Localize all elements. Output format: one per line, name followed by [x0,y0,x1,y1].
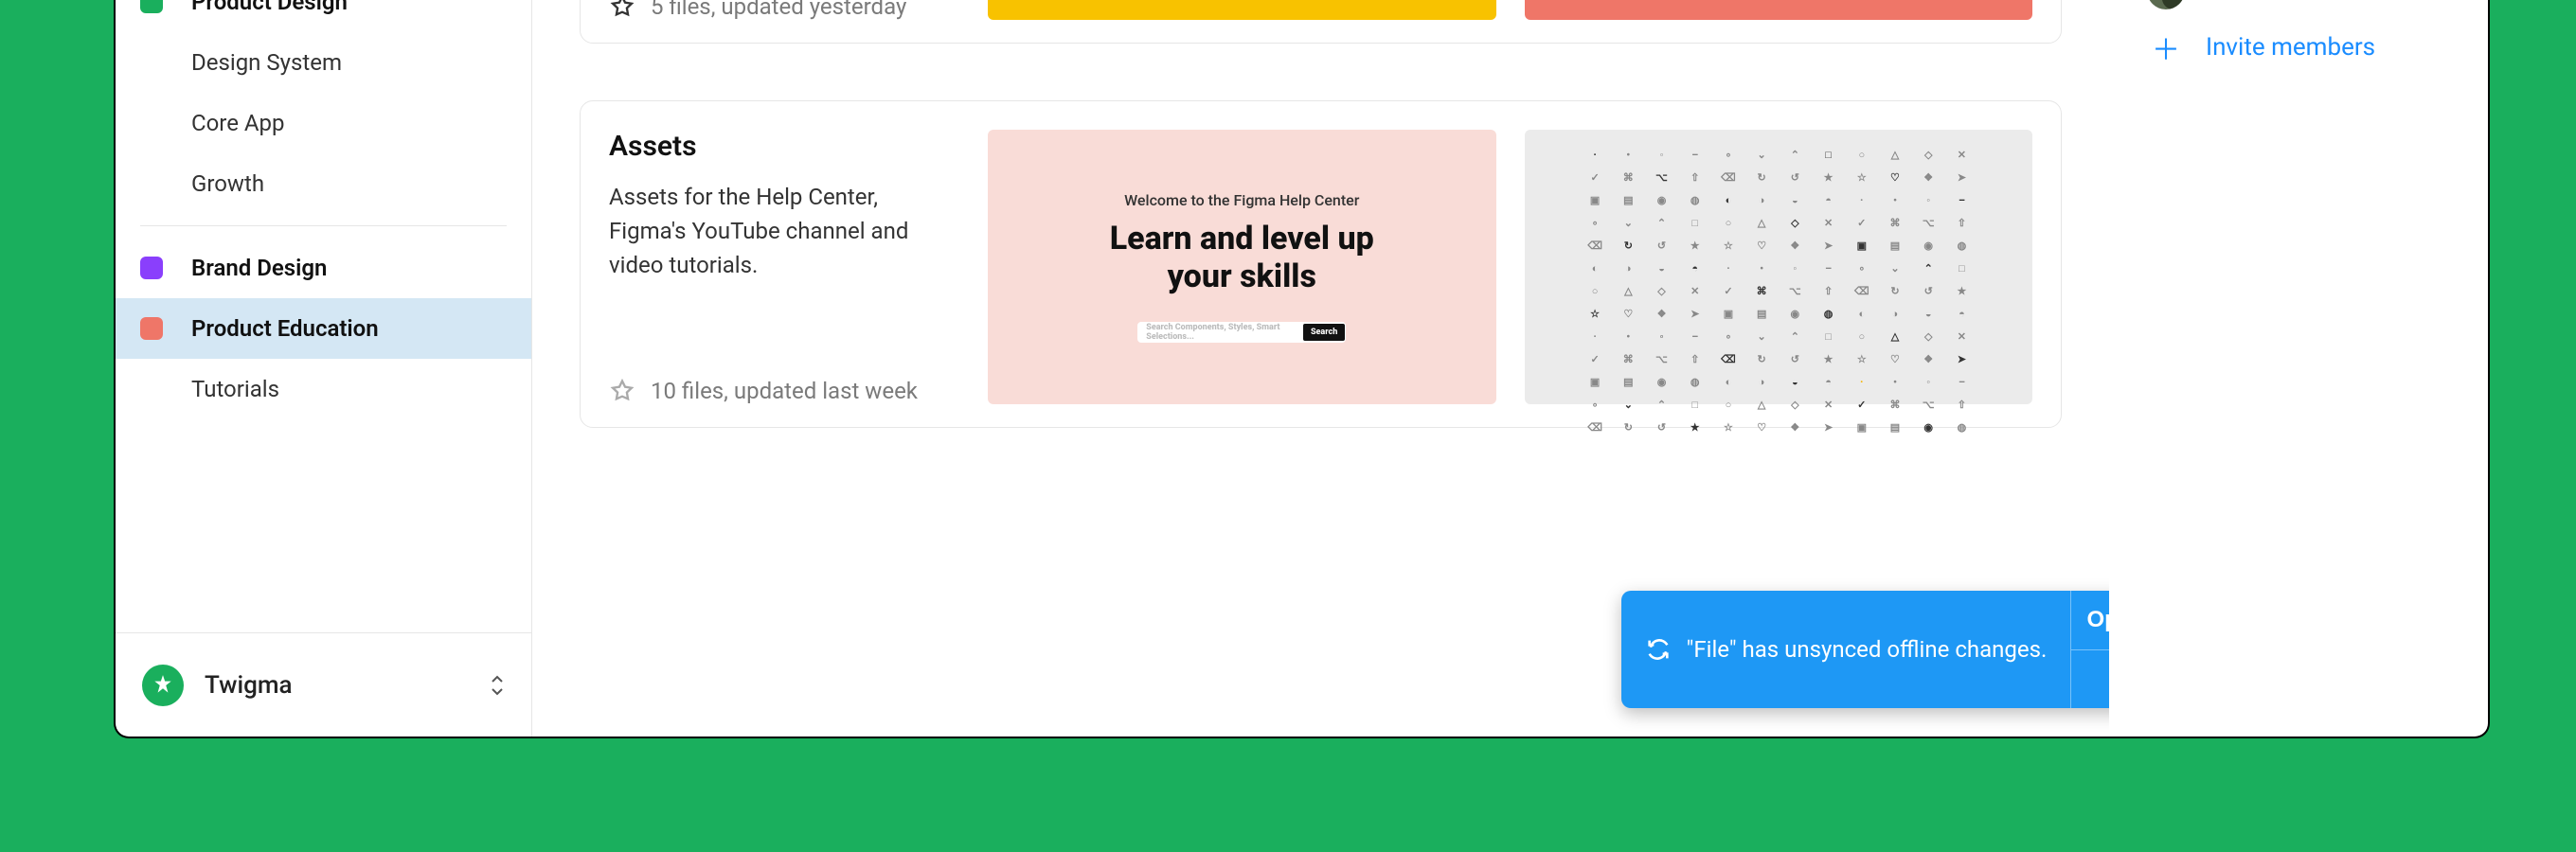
project-meta: 10 files, updated last week [609,378,959,404]
sidebar-item-label: Core App [191,110,285,136]
sidebar-item-label: Growth [191,170,264,197]
thumb-eyebrow: Welcome to the Figma Help Center [1124,191,1359,209]
project-card[interactable]: Assets Assets for the Help Center, Figma… [580,100,2062,428]
thumb-headline: your skills [1168,258,1316,295]
folder-color-swatch [140,257,163,279]
plus-icon: ＋ [2147,27,2185,68]
file-thumbnail[interactable]: Welcome to the Figma Help Center Learn a… [988,130,1496,404]
project-title: Assets [609,130,959,163]
sidebar-item-product-design[interactable]: Product Design [116,0,531,32]
sidebar-nav: Product Design Design System Core App Gr… [116,0,531,632]
project-meta-text: 10 files, updated last week [651,378,918,404]
thumb-headline: Learn and level up [1110,221,1374,257]
app-window: Product Design Design System Core App Gr… [116,0,2488,737]
thumb-search-mock: Search Components, Styles, Smart Selecti… [1137,322,1346,343]
sidebar-item-core-app[interactable]: Core App [116,93,531,153]
project-meta-text: 5 files, updated yesterday [651,0,906,20]
toast-primary-button[interactable]: Open to sync [2071,591,2109,650]
sync-toast: "File" has unsynced offline changes. Ope… [1621,591,2109,708]
main-content: 5 files, updated yesterday Screenshots Q… [532,0,2109,737]
toast-secondary-button[interactable]: Later [2071,650,2109,709]
star-icon[interactable] [609,0,635,20]
sidebar-item-label: Brand Design [191,255,327,281]
project-card-info: Assets Assets for the Help Center, Figma… [609,130,959,404]
thumb-search-btn: Search [1303,324,1345,341]
toast-message: "File" has unsynced offline changes. [1621,591,2070,708]
workspace-switcher[interactable]: Twigma [116,632,531,737]
sidebar-separator [140,225,507,226]
file-thumbnail[interactable]: Screenshots Q2 2020 [1525,0,2033,20]
avatar [2147,0,2185,9]
project-meta: 5 files, updated yesterday [609,0,959,20]
sidebar-item-label: Design System [191,49,342,76]
folder-color-swatch [140,0,163,13]
icon-grid-preview: ·•◦–∘⌄⌃□○△◇✕✓⌘⌥⇧⌫↻↺★☆♡❖➤▣▤◉◍◐◑◒◓·•◦–∘⌄⌃□… [1582,147,1977,387]
workspace-name: Twigma [205,671,469,700]
star-icon[interactable] [609,378,635,404]
workspace-logo [142,665,184,706]
member-row[interactable]: ZenPablo [2147,0,2450,19]
sidebar-item-growth[interactable]: Growth [116,153,531,214]
sidebar-item-label: Tutorials [191,376,279,402]
project-card-info: 5 files, updated yesterday [609,0,959,20]
invite-label: Invite members [2206,33,2375,62]
file-thumbnail[interactable]: ·•◦–∘⌄⌃□○△◇✕✓⌘⌥⇧⌫↻↺★☆♡❖➤▣▤◉◍◐◑◒◓·•◦–∘⌄⌃□… [1525,130,2033,404]
sidebar-item-design-system[interactable]: Design System [116,32,531,93]
sidebar-item-product-education[interactable]: Product Education [116,298,531,359]
member-name: ZenPablo [2206,0,2310,5]
toast-text: "File" has unsynced offline changes. [1687,636,2048,663]
project-description: Assets for the Help Center, Figma's YouT… [609,180,959,282]
project-card[interactable]: 5 files, updated yesterday Screenshots Q… [580,0,2062,44]
members-panel: ZenPablo ＋ Invite members [2109,0,2488,737]
toast-actions: Open to sync Later [2070,591,2109,708]
sidebar-item-label: Product Education [191,315,379,342]
sidebar-item-label: Product Design [191,0,348,15]
file-thumbnail[interactable]: Screenshots Q3 2020 [988,0,1496,20]
invite-members-button[interactable]: ＋ Invite members [2147,19,2450,76]
folder-color-swatch [140,317,163,340]
chevron-updown-icon [490,674,505,697]
sidebar: Product Design Design System Core App Gr… [116,0,532,737]
sidebar-item-tutorials[interactable]: Tutorials [116,359,531,419]
sync-icon [1645,636,1672,663]
sidebar-item-brand-design[interactable]: Brand Design [116,238,531,298]
